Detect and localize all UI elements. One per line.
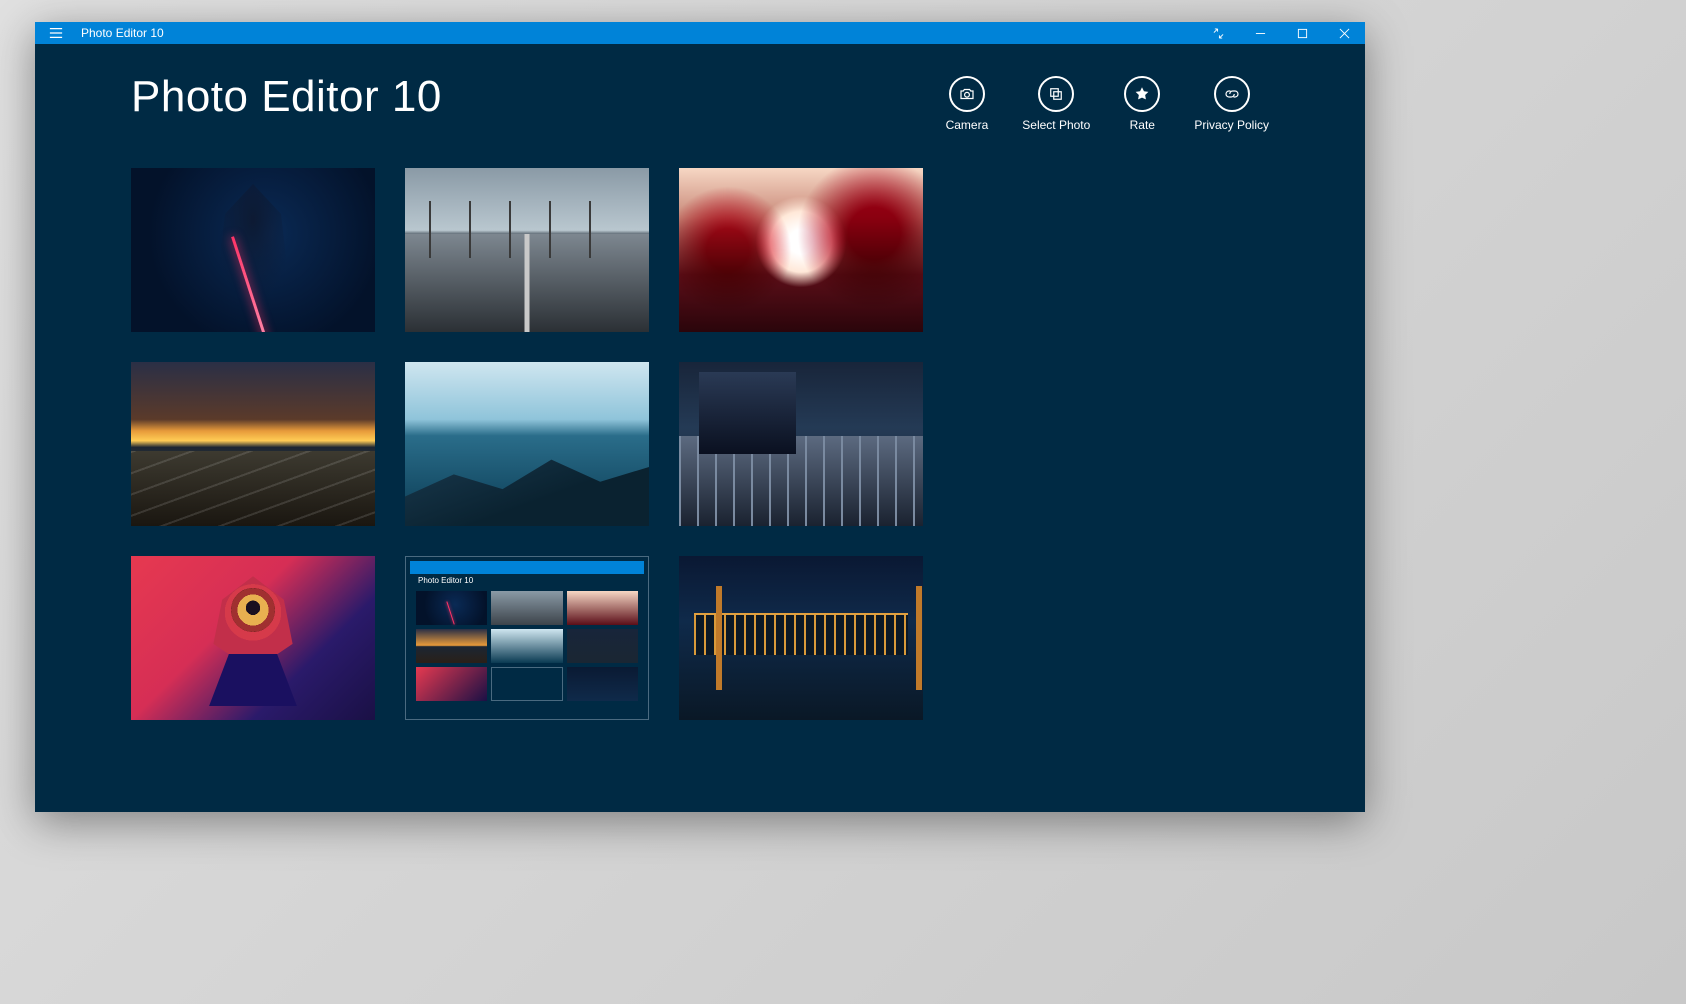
close-icon [1339,28,1350,39]
desktop: Photo Editor 10 [0,0,1686,1004]
header-row: Photo Editor 10 Camera [131,72,1269,132]
camera-action-label: Camera [946,118,989,132]
camera-icon-wrap [949,76,985,112]
maximize-button[interactable] [1281,22,1323,44]
privacy-policy-action-label: Privacy Policy [1194,118,1269,132]
mini-grid [410,589,644,703]
gallery-thumbnail[interactable] [679,556,923,720]
page-title: Photo Editor 10 [131,72,442,122]
privacy-policy-action[interactable]: Privacy Policy [1194,76,1269,132]
titlebar: Photo Editor 10 [35,22,1365,44]
gallery-grid: Photo Editor 10 [131,168,1269,720]
privacy-icon-wrap [1214,76,1250,112]
hamburger-menu-button[interactable] [35,22,77,44]
maximize-icon [1297,28,1308,39]
gallery-thumbnail[interactable] [405,168,649,332]
mini-titlebar [410,561,644,574]
fullscreen-button[interactable] [1197,22,1239,44]
titlebar-app-title: Photo Editor 10 [77,26,164,40]
hamburger-icon [49,26,63,40]
gallery-thumbnail[interactable] [131,168,375,332]
app-window: Photo Editor 10 [35,22,1365,812]
camera-icon [958,85,976,103]
copy-icon [1047,85,1065,103]
gallery-thumbnail[interactable]: Photo Editor 10 [405,556,649,720]
minimize-button[interactable] [1239,22,1281,44]
header-actions: Camera Select Photo [946,72,1269,132]
gallery-thumbnail[interactable] [131,556,375,720]
mini-page-title: Photo Editor 10 [410,574,644,589]
link-icon [1223,85,1241,103]
select-photo-action[interactable]: Select Photo [1022,76,1090,132]
gallery-thumbnail[interactable] [405,362,649,526]
gallery-thumbnail[interactable] [131,362,375,526]
camera-action[interactable]: Camera [946,76,989,132]
rate-action[interactable]: Rate [1124,76,1160,132]
select-photo-icon-wrap [1038,76,1074,112]
select-photo-action-label: Select Photo [1022,118,1090,132]
fullscreen-icon [1213,28,1224,39]
content-area: Photo Editor 10 Camera [35,44,1365,812]
gallery-thumbnail[interactable] [679,362,923,526]
rate-icon-wrap [1124,76,1160,112]
star-icon [1133,85,1151,103]
rate-action-label: Rate [1130,118,1155,132]
minimize-icon [1255,28,1266,39]
gallery-thumbnail[interactable] [679,168,923,332]
close-button[interactable] [1323,22,1365,44]
